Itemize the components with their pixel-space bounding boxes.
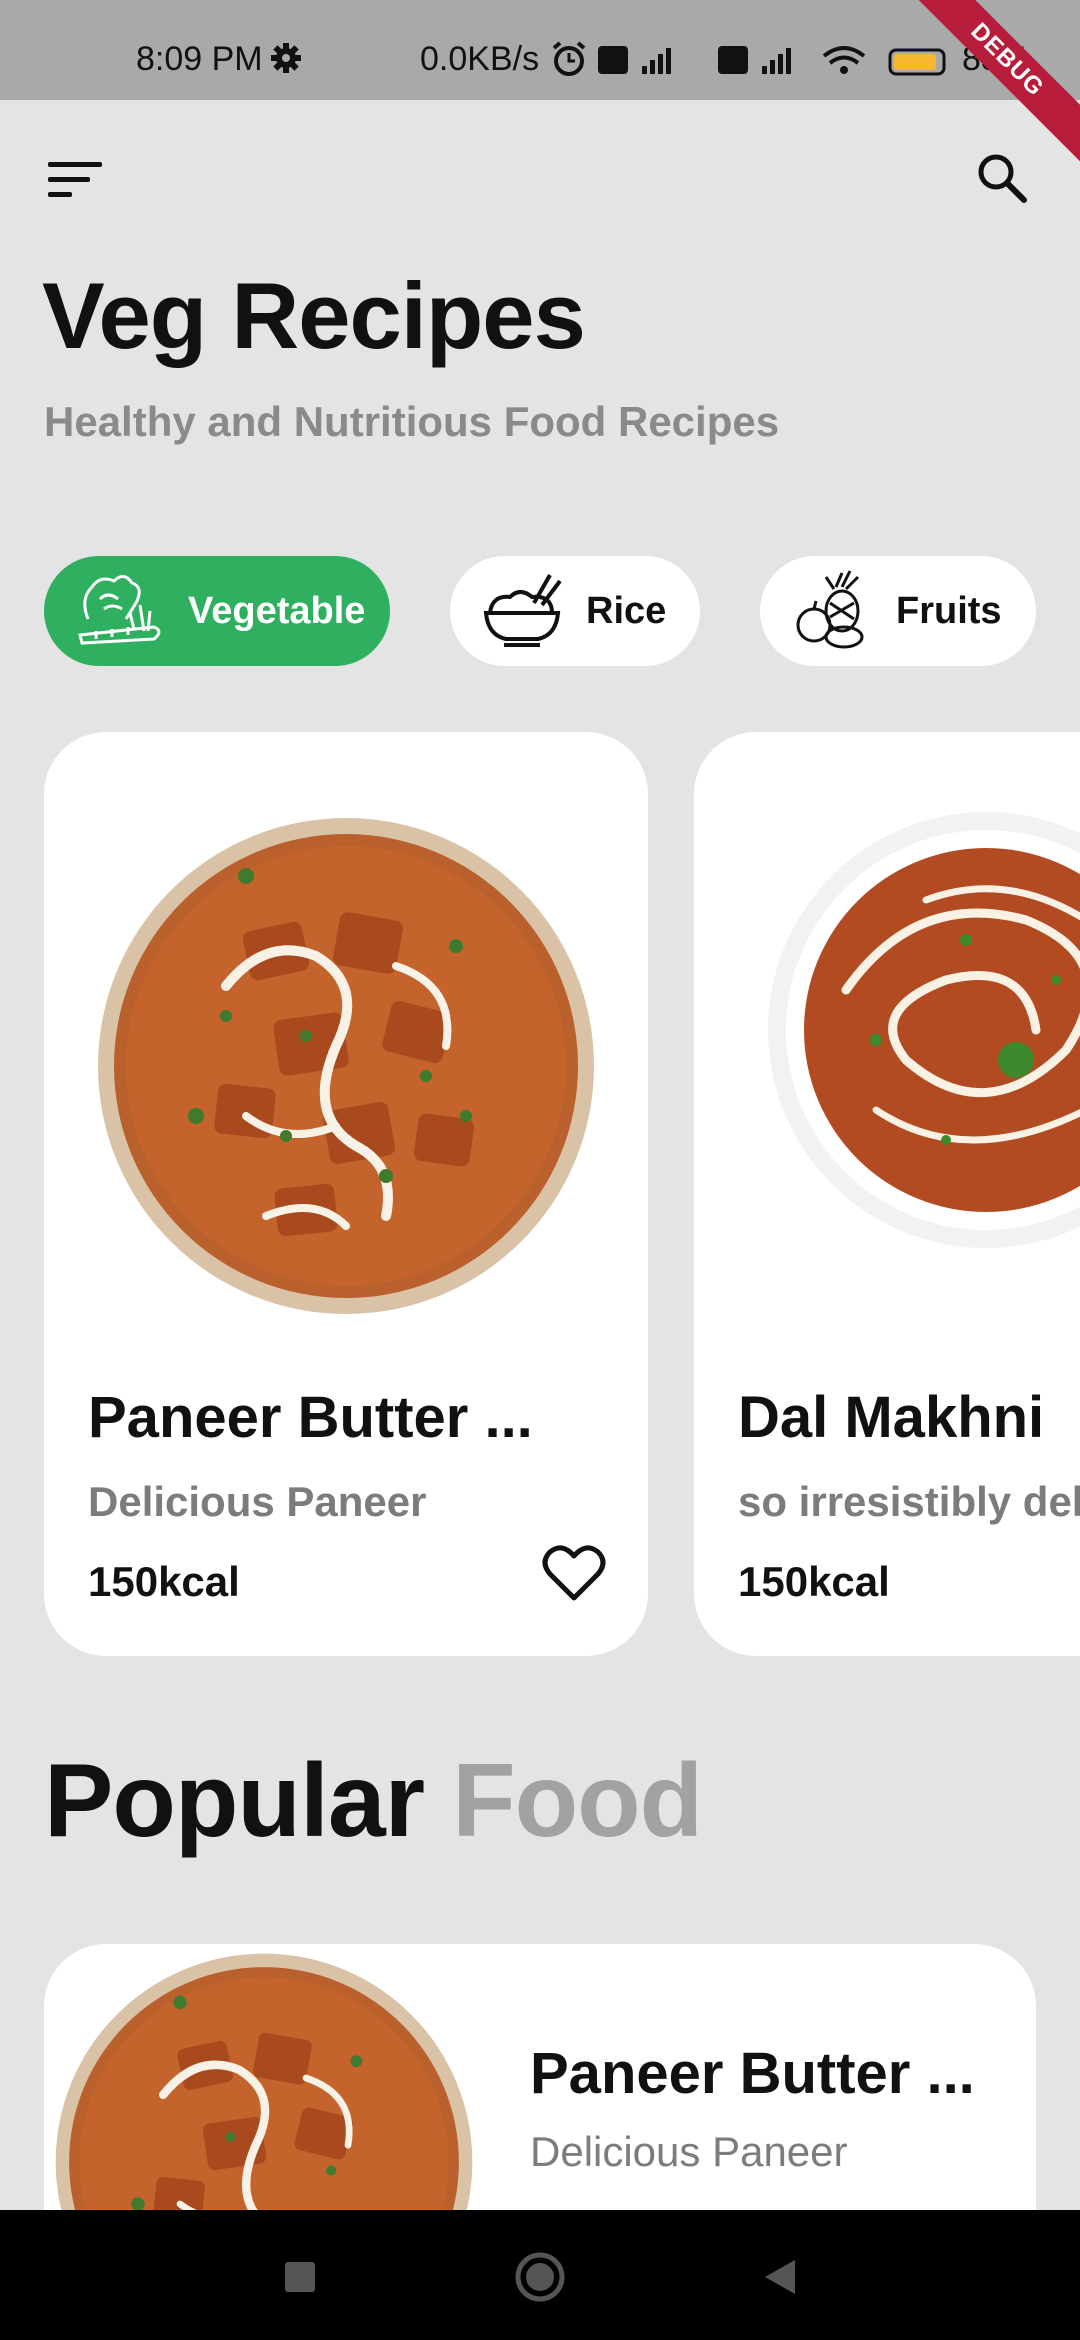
dal-makhni-image [768,812,1080,1248]
recipe-name: Paneer Butter ... [88,1385,533,1450]
recents-icon[interactable] [265,2242,335,2312]
paneer-butter-masala-image [55,1953,473,2244]
battery-icon [888,48,946,76]
signal-icon-2 [762,48,791,74]
rice-bowl-icon [483,574,562,647]
popular-food-name: Paneer Butter ... [530,2041,975,2106]
chip-label-rice: Rice [586,589,667,632]
chip-label-vegetable: Vegetable [188,589,366,632]
page-title: Veg Recipes [42,263,586,368]
settings-icon [271,43,301,73]
search-icon[interactable] [974,150,1030,206]
page-subtitle: Healthy and Nutritious Food Recipes [44,398,780,445]
volte-icon [598,46,628,74]
category-chip-fruits[interactable]: Fruits [760,556,1036,666]
recipe-description: so irresistibly deli [738,1478,1080,1525]
home-icon[interactable] [505,2242,575,2312]
category-chip-rice[interactable]: Rice [450,556,700,666]
recipe-description: Delicious Paneer [88,1478,427,1525]
signal-icon [642,48,671,74]
network-speed: 0.0KB/s [420,40,540,78]
section-title-popular-food: Popular Food [44,1742,703,1861]
recipe-calories: 150kcal [738,1558,890,1605]
vegetable-icon [78,575,161,645]
status-bar: 8:09 PM 0.0KB/s DEBUG [0,0,1080,163]
section-title-word-2: Food [452,1743,703,1859]
status-icons [552,41,946,76]
section-title-word-1: Popular [44,1743,425,1859]
recipe-name: Dal Makhni [738,1385,1045,1450]
popular-food-description: Delicious Paneer [530,2128,848,2175]
category-chip-vegetable[interactable]: Vegetable [44,556,390,666]
popular-food-card[interactable]: Paneer Butter ... Delicious Paneer [44,1944,1036,2244]
heart-outline-icon[interactable] [542,1544,606,1604]
back-icon[interactable] [745,2242,815,2312]
system-navigation-bar [0,2210,1080,2340]
recipe-card[interactable]: Dal Makhni so irresistibly deli 150kcal [694,732,1080,1656]
debug-banner: DEBUG [904,0,1080,163]
recipe-calories: 150kcal [88,1558,240,1605]
fruits-icon [796,570,864,649]
alarm-icon [552,41,586,76]
status-time: 8:09 PM [136,40,263,78]
menu-icon[interactable] [48,158,104,202]
chip-label-fruits: Fruits [896,589,1002,632]
wifi-icon [822,46,866,74]
recipe-card[interactable]: Paneer Butter ... Delicious Paneer 150kc… [44,732,648,1656]
paneer-butter-masala-image [98,818,594,1314]
volte-icon-2 [718,46,748,74]
